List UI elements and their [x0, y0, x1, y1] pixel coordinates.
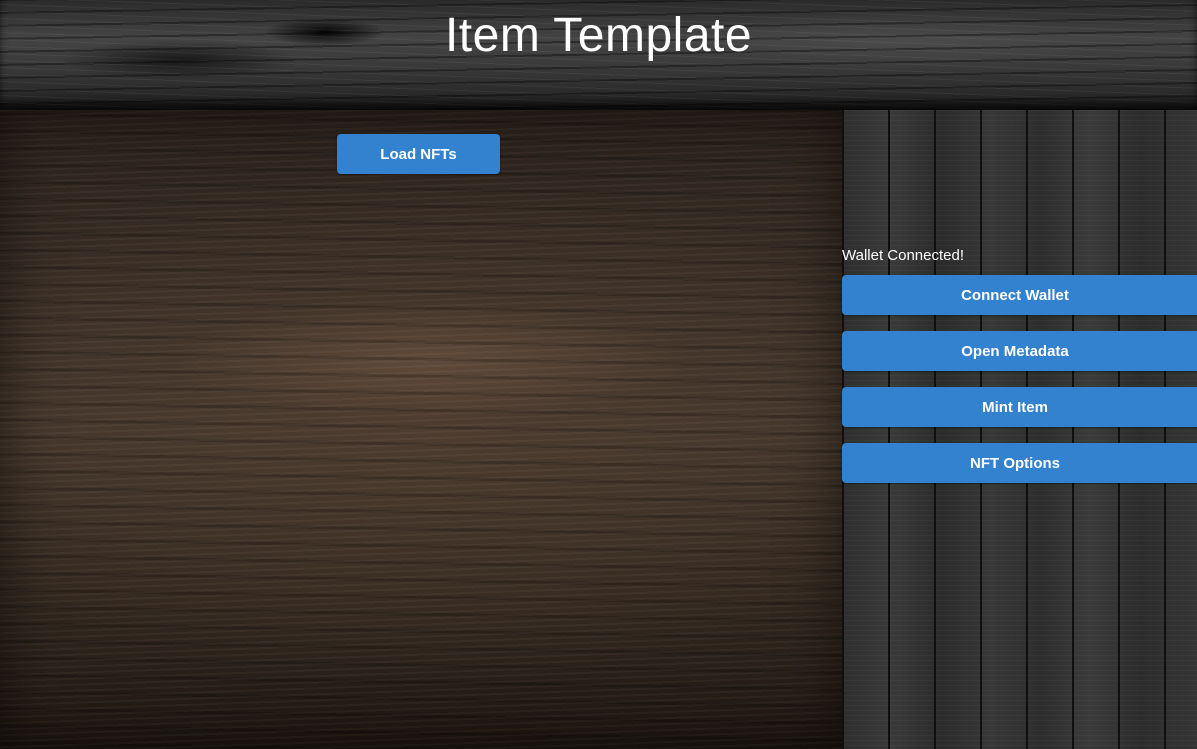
- app-window: Item Template Load NFTs Wallet Connected…: [0, 0, 1197, 749]
- mint-item-button[interactable]: Mint Item: [842, 387, 1197, 427]
- mint-item-label: Mint Item: [982, 398, 1048, 416]
- page-title: Item Template: [444, 9, 753, 62]
- main-content-area: [0, 110, 842, 749]
- nft-options-label: NFT Options: [970, 454, 1060, 472]
- load-nfts-button[interactable]: Load NFTs: [337, 134, 500, 174]
- open-metadata-label: Open Metadata: [961, 342, 1069, 360]
- open-metadata-button[interactable]: Open Metadata: [842, 331, 1197, 371]
- header-banner: Item Template: [0, 0, 1197, 110]
- connect-wallet-label: Connect Wallet: [961, 286, 1069, 304]
- nft-options-button[interactable]: NFT Options: [842, 443, 1197, 483]
- connect-wallet-button[interactable]: Connect Wallet: [842, 275, 1197, 315]
- sidebar-panel: [842, 110, 1197, 749]
- wallet-status-text: Wallet Connected!: [842, 247, 965, 264]
